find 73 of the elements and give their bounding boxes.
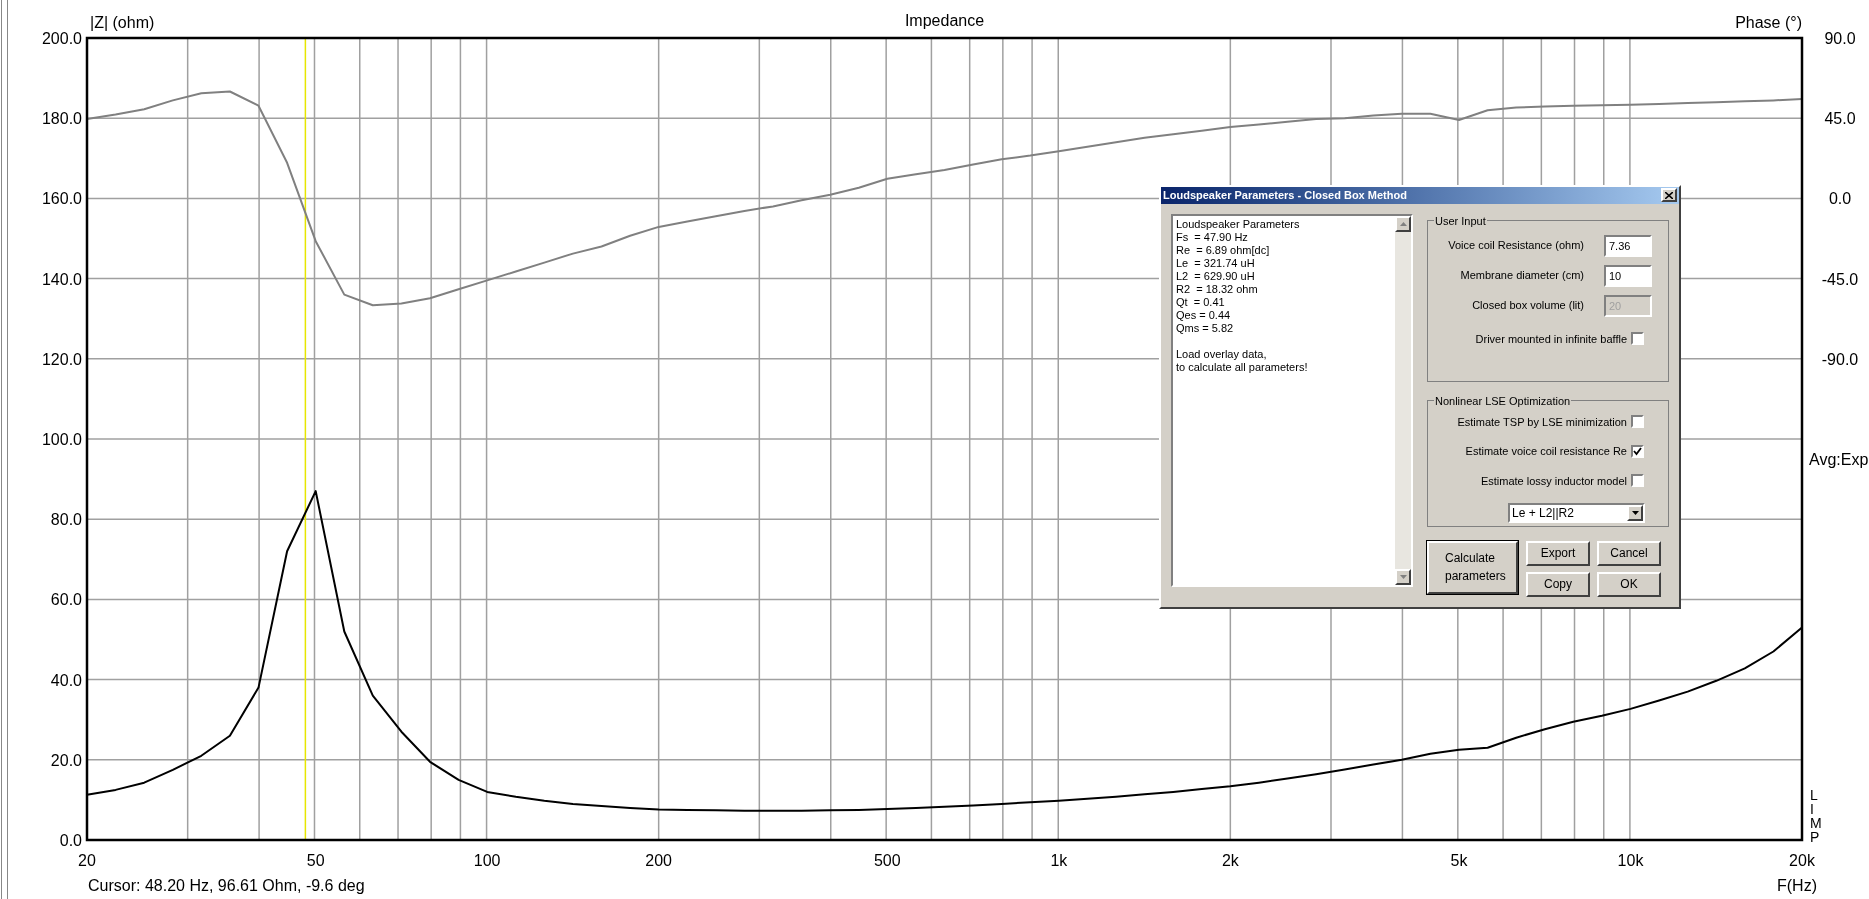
y-axis-title: |Z| (ohm) bbox=[90, 14, 155, 31]
field-label: Membrane diameter (cm) bbox=[1460, 268, 1584, 284]
checkbox-label: Estimate TSP by LSE minimization bbox=[1457, 414, 1627, 430]
dropdown-caret-icon bbox=[1631, 511, 1639, 515]
input-field[interactable]: 10 bbox=[1604, 264, 1652, 287]
input-field[interactable]: 7.36 bbox=[1604, 234, 1652, 257]
phase-axis-label: 0.0 bbox=[1828, 190, 1852, 208]
checkbox-label: Estimate voice coil resistance Re bbox=[1465, 444, 1627, 459]
dialog-button[interactable]: Copy bbox=[1526, 571, 1590, 597]
result-line: R2 = 18.32 ohm bbox=[1176, 282, 1259, 296]
channel-letter: P bbox=[1810, 829, 1820, 845]
averaging-label: Avg:Exp bbox=[1809, 451, 1869, 468]
window-title: Loudspeaker Parameters - Closed Box Method bbox=[1163, 188, 1407, 203]
x-axis-label: 100 bbox=[473, 852, 501, 869]
scroll-up-icon bbox=[1399, 221, 1407, 226]
field-label: Closed box volume (lit) bbox=[1472, 298, 1584, 314]
dialog-button[interactable]: OK bbox=[1597, 571, 1661, 597]
dialog-button[interactable]: Export bbox=[1526, 540, 1590, 566]
y-axis-label: 100.0 bbox=[41, 431, 82, 448]
dialog-button[interactable]: Calculate parameters bbox=[1427, 540, 1518, 594]
model-select[interactable]: Le + L2||R2 bbox=[1508, 503, 1645, 523]
phase-axis-label: 90.0 bbox=[1824, 30, 1856, 47]
x-axis-title: F(Hz) bbox=[1777, 877, 1817, 894]
checkbox-label: Driver mounted in infinite baffle bbox=[1475, 331, 1627, 347]
y-axis-label: 120.0 bbox=[41, 350, 82, 368]
scroll-down-icon bbox=[1399, 574, 1407, 579]
phase-axis-label: 45.0 bbox=[1824, 110, 1856, 128]
y-axis-label: 40.0 bbox=[50, 671, 82, 689]
y-axis-label: 80.0 bbox=[50, 511, 82, 529]
y-axis-label: 160.0 bbox=[41, 190, 82, 208]
y-axis-label: 180.0 bbox=[41, 110, 82, 128]
channel-letter: I bbox=[1810, 801, 1814, 817]
phase-axis-label: -90.0 bbox=[1821, 350, 1859, 368]
x-axis-label: 20 bbox=[78, 852, 96, 869]
channel-letter: M bbox=[1810, 815, 1822, 831]
cursor-readout: Cursor: 48.20 Hz, 96.61 Ohm, -9.6 deg bbox=[88, 877, 365, 894]
checkbox[interactable] bbox=[1631, 332, 1644, 346]
phase-axis-label: -45.0 bbox=[1821, 270, 1859, 288]
checkbox-label: Estimate lossy inductor model bbox=[1480, 473, 1627, 489]
x-axis-label: 10k bbox=[1617, 852, 1644, 869]
cursor-line[interactable] bbox=[304, 37, 307, 841]
result-line: Qms = 5.82 bbox=[1176, 321, 1235, 335]
x-axis-label: 500 bbox=[874, 852, 901, 869]
checkbox[interactable] bbox=[1631, 474, 1644, 488]
result-line: Qt = 0.41 bbox=[1176, 295, 1226, 309]
result-line: L2 = 629.90 uH bbox=[1176, 269, 1256, 283]
result-line: Le = 321.74 uH bbox=[1176, 256, 1256, 270]
checkbox[interactable] bbox=[1631, 415, 1644, 429]
dialog-button[interactable]: Cancel bbox=[1597, 540, 1661, 566]
y-axis-label: 60.0 bbox=[50, 591, 82, 609]
checkbox[interactable] bbox=[1631, 444, 1644, 458]
close-icon bbox=[1665, 191, 1673, 199]
field-label: Voice coil Resistance (ohm) bbox=[1448, 238, 1584, 254]
result-line: Fs = 47.90 Hz bbox=[1176, 230, 1249, 244]
result-note: Load overlay data, to calculate all parameters! bbox=[1176, 347, 1309, 374]
y-axis-label: 20.0 bbox=[50, 751, 82, 769]
x-axis-label: 50 bbox=[306, 852, 325, 869]
phase-axis-title: Phase (°) bbox=[1735, 14, 1802, 31]
x-axis-label: 1k bbox=[1050, 852, 1068, 869]
channel-letter: L bbox=[1810, 787, 1818, 803]
x-axis-label: 20k bbox=[1789, 852, 1815, 869]
scrollbar[interactable] bbox=[1395, 215, 1411, 585]
close-button[interactable] bbox=[1661, 188, 1677, 203]
x-axis-label: 5k bbox=[1450, 852, 1468, 869]
result-line: Loudspeaker Parameters bbox=[1176, 217, 1301, 231]
y-axis-label: 0.0 bbox=[59, 832, 82, 849]
x-axis-label: 2k bbox=[1221, 852, 1239, 869]
chart-title: Impedance bbox=[904, 12, 985, 29]
result-line: Qes = 0.44 bbox=[1176, 308, 1232, 322]
x-axis-label: 200 bbox=[645, 852, 672, 869]
y-axis-label: 200.0 bbox=[41, 30, 82, 47]
result-line: Re = 6.89 ohm[dc] bbox=[1176, 243, 1271, 257]
y-axis-label: 140.0 bbox=[41, 270, 82, 288]
